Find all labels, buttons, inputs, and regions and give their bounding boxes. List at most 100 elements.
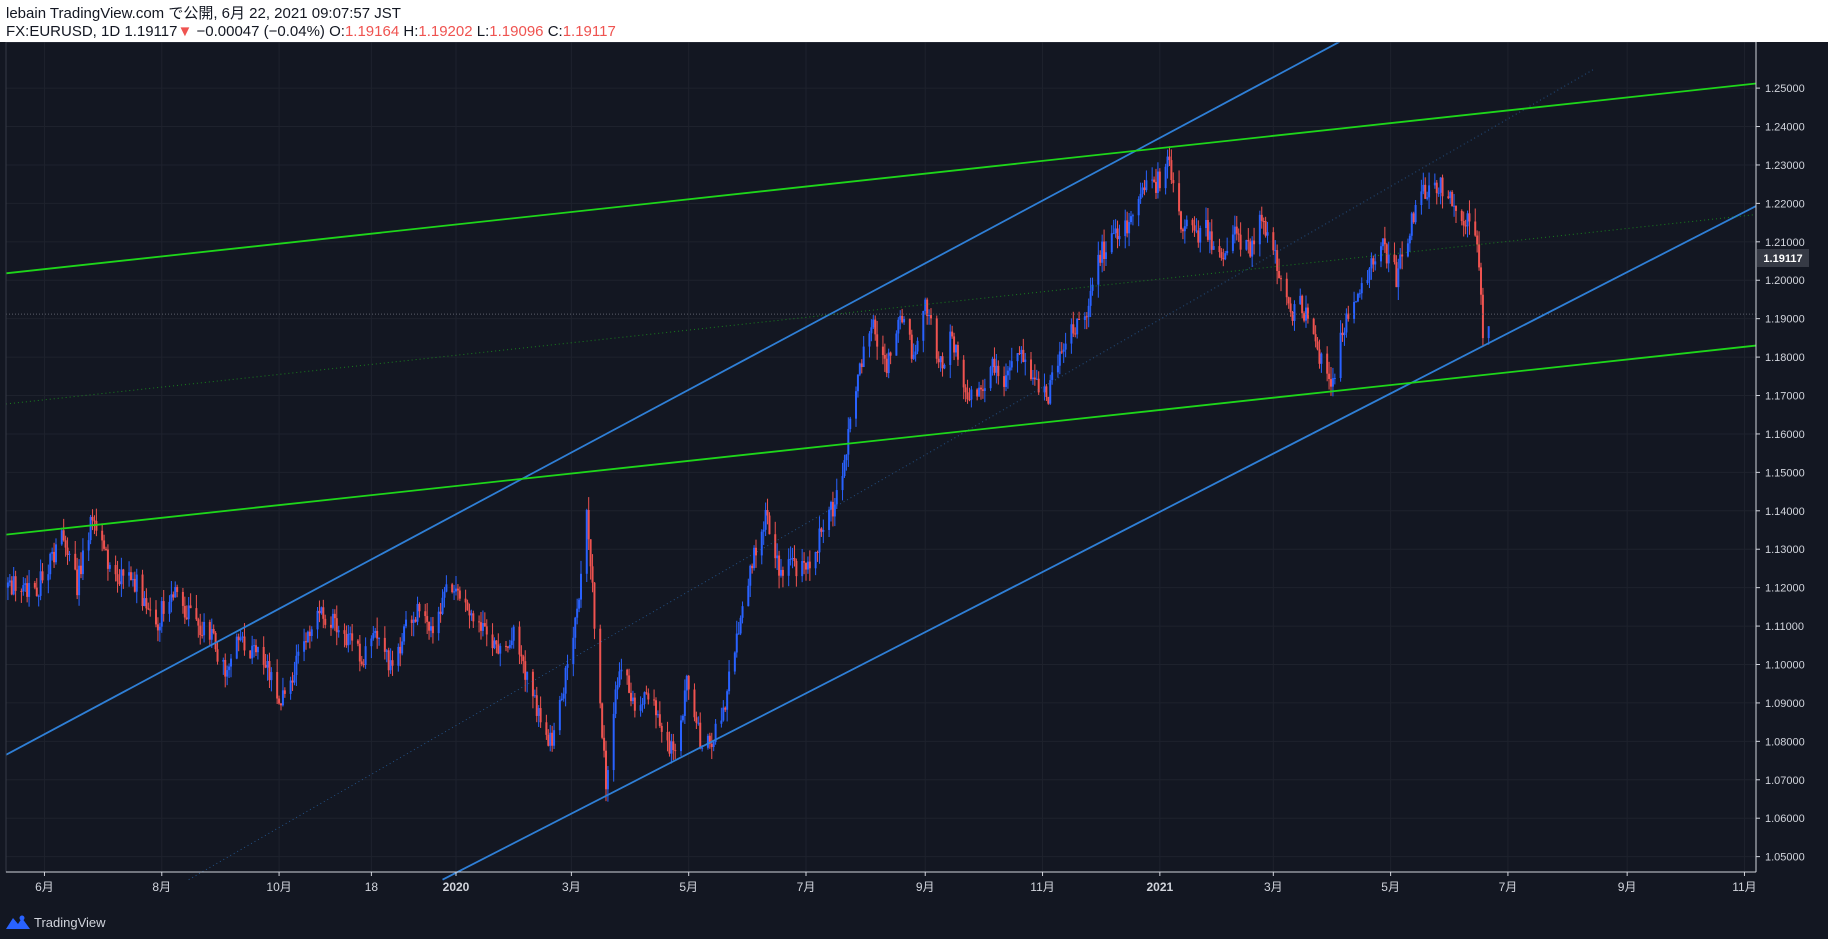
candle-body [331, 613, 334, 628]
candle-body [728, 671, 731, 692]
candle-body [806, 561, 809, 570]
candle-body [753, 547, 756, 569]
candle-body [316, 610, 319, 630]
candle-body [158, 626, 161, 631]
candle-body [549, 732, 552, 746]
candle-body [91, 516, 94, 521]
candle-body [522, 656, 525, 662]
candle-body [930, 315, 932, 319]
candle-body [1437, 192, 1440, 194]
candle-body [95, 521, 98, 531]
candle-body [343, 630, 346, 634]
tradingview-brand[interactable]: TradingView [34, 915, 106, 930]
x-tick-label: 18 [365, 880, 379, 894]
last-price-tag: 1.19117 [1757, 249, 1809, 267]
candle-body [455, 588, 457, 592]
candle-body [20, 590, 23, 592]
candle-body [620, 669, 623, 672]
candle-body [539, 708, 542, 723]
candle-body [1478, 244, 1481, 268]
candle-body [458, 590, 461, 599]
last-price-value: 1.19117 [124, 23, 178, 40]
candle-body [843, 460, 846, 477]
candle-body [685, 675, 688, 691]
candle-body [170, 594, 173, 602]
candle-body [203, 621, 206, 636]
candle-body [976, 389, 979, 397]
candle-body [53, 551, 56, 563]
candle-body [835, 490, 838, 505]
candle-body [497, 644, 500, 654]
candle-body [720, 720, 723, 724]
candle-body [818, 528, 821, 553]
candle-body [739, 617, 742, 634]
candle-body [589, 539, 592, 567]
candle-body [1328, 373, 1331, 380]
y-tick-label: 1.12000 [1765, 583, 1805, 595]
candle-body [37, 595, 40, 597]
candle-body [370, 638, 373, 647]
candle-body [28, 582, 31, 597]
candle-body [55, 544, 57, 563]
x-tick-label: 9月 [1618, 880, 1637, 894]
candle-body [162, 601, 165, 614]
candle-body [64, 540, 67, 548]
close-label: C: [547, 23, 563, 40]
candle-body [347, 633, 350, 646]
y-tick-label: 1.18000 [1765, 352, 1805, 364]
candle-body [360, 661, 363, 665]
candle-body [226, 670, 229, 677]
candle-body [914, 351, 917, 355]
candle-body [118, 581, 121, 585]
symbol-label[interactable]: FX:EURUSD, 1D [6, 23, 120, 40]
candle-body [1414, 205, 1417, 223]
candle-body [1178, 183, 1181, 212]
candle-body [237, 636, 240, 641]
candle-body [606, 770, 609, 790]
candle-body [241, 636, 244, 638]
candle-body [701, 747, 704, 749]
candle-body [168, 601, 171, 614]
candle-body [1155, 181, 1157, 193]
candle-body [403, 626, 406, 642]
x-tick-label: 8月 [152, 880, 171, 894]
candle-body [410, 619, 413, 623]
candle-body [970, 389, 973, 400]
candle-body [1170, 160, 1173, 181]
candle-body [901, 315, 904, 323]
candle-body [1131, 215, 1134, 217]
candle-body [1464, 225, 1467, 227]
y-tick-label: 1.05000 [1765, 852, 1805, 864]
candle-body [572, 637, 575, 665]
candle-body [374, 630, 377, 634]
y-tick-label: 1.16000 [1765, 429, 1805, 441]
price-chart[interactable]: 1.25000 1.24000 1.23000 1.22000 1.21000 1.200… [0, 42, 1828, 905]
candle-body [1358, 293, 1361, 295]
candle-body [74, 553, 77, 570]
candle-body [953, 336, 956, 353]
ohlc-legend: FX:EURUSD, 1D 1.19117▼ −0.00047 (−0.04%)… [6, 23, 616, 41]
candle-body [253, 645, 256, 647]
candle-body [741, 606, 744, 618]
candle-body [858, 363, 861, 375]
candle-body [1422, 184, 1425, 192]
candle-body [1428, 185, 1431, 198]
candle-body [358, 643, 361, 662]
candle-body [562, 693, 565, 699]
candle-body [128, 572, 131, 576]
candle-body [560, 698, 563, 700]
candle-body [508, 645, 511, 648]
candle-body [470, 613, 473, 616]
candle-body [860, 363, 863, 368]
candle-body [1058, 351, 1061, 366]
candle-body [1280, 278, 1282, 280]
candle-body [1226, 250, 1229, 254]
candle-body [93, 520, 96, 522]
candle-body [733, 652, 736, 672]
candle-body [1218, 246, 1221, 253]
candle-body [1397, 268, 1400, 288]
candle-body [808, 561, 811, 569]
candle-body [726, 691, 729, 710]
low-label: L: [476, 23, 490, 40]
tradingview-logo-icon[interactable] [6, 915, 30, 929]
